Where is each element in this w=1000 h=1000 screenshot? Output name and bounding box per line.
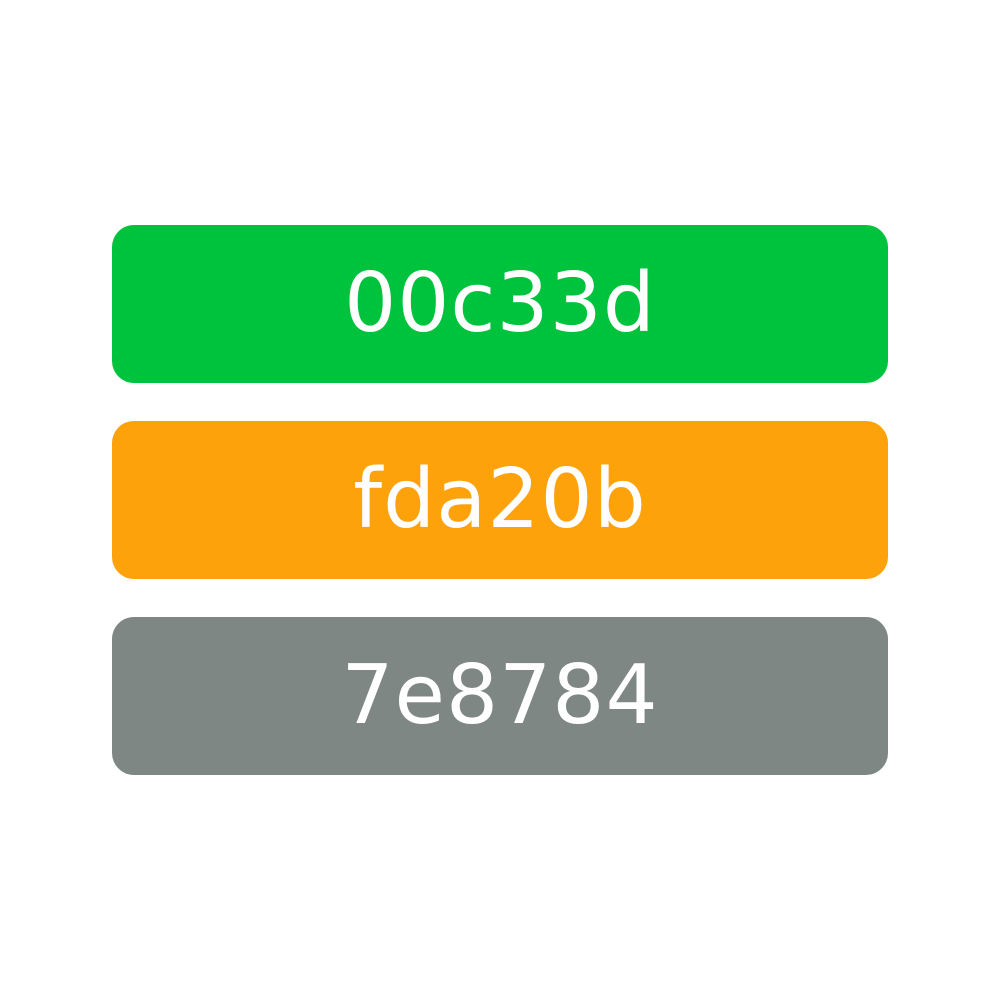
color-palette: 00c33d fda20b 7e8784 xyxy=(0,0,1000,1000)
color-swatch-green: 00c33d xyxy=(112,225,888,383)
swatch-hex-label: 00c33d xyxy=(344,256,656,351)
swatch-hex-label: 7e8784 xyxy=(341,648,659,743)
swatch-hex-label: fda20b xyxy=(353,452,647,547)
color-swatch-gray: 7e8784 xyxy=(112,617,888,775)
color-swatch-orange: fda20b xyxy=(112,421,888,579)
